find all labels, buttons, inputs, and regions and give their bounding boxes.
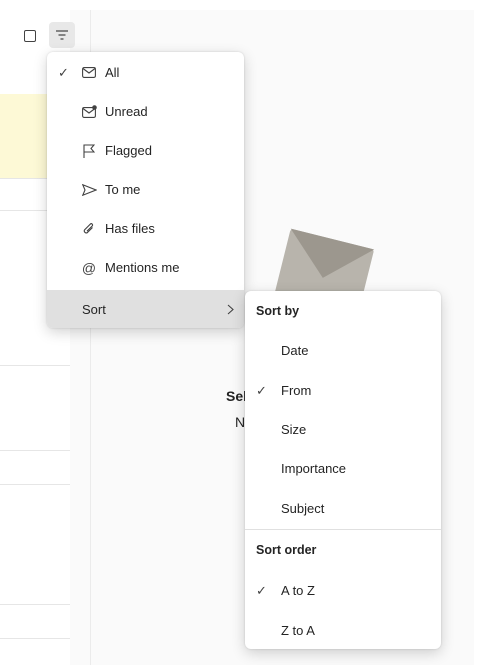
checkmark-icon: ✓ — [256, 582, 267, 598]
app-root: Sel N ✓ All Unread Flagged To me Has fil… — [0, 0, 501, 665]
filter-item-unread[interactable]: Unread — [47, 92, 244, 131]
filter-icon — [56, 30, 68, 40]
sort-by-subject[interactable]: Subject — [245, 489, 441, 528]
list-divider — [0, 450, 70, 451]
sort-option-label: Importance — [281, 461, 347, 476]
unread-envelope-icon — [80, 103, 98, 121]
filter-item-has-files[interactable]: Has files — [47, 209, 244, 248]
chevron-right-icon — [227, 304, 234, 315]
sort-by-from[interactable]: ✓ From — [245, 371, 441, 410]
sort-by-size[interactable]: Size — [245, 410, 441, 449]
sort-order-z-to-a[interactable]: Z to A — [245, 611, 441, 650]
sort-label: Sort — [82, 302, 106, 317]
sort-option-label: Date — [281, 343, 309, 358]
filter-item-label: Has files — [105, 221, 155, 236]
filter-item-label: Unread — [105, 104, 148, 119]
checkbox-square-icon — [24, 30, 36, 42]
sort-by-date[interactable]: Date — [245, 331, 441, 370]
reading-pane-title-partial: Sel — [226, 388, 248, 404]
list-divider — [0, 365, 70, 366]
sort-option-label: Size — [281, 422, 307, 437]
sort-order-header: Sort order — [256, 543, 317, 557]
filter-item-flagged[interactable]: Flagged — [47, 131, 244, 170]
filter-item-to-me[interactable]: To me — [47, 170, 244, 209]
select-mode-button[interactable] — [17, 23, 43, 49]
sort-order-a-to-z[interactable]: ✓ A to Z — [245, 571, 441, 610]
list-divider — [0, 638, 70, 639]
at-sign-icon: @ — [81, 259, 97, 276]
checkmark-icon: ✓ — [256, 382, 267, 398]
sort-by-importance[interactable]: Importance — [245, 449, 441, 488]
filter-item-label: All — [105, 65, 120, 80]
sort-option-label: From — [281, 383, 312, 398]
sort-option-label: Subject — [281, 501, 325, 516]
filter-menu: ✓ All Unread Flagged To me Has files @ M… — [47, 52, 244, 328]
reading-pane-subtitle-partial: N — [235, 414, 246, 430]
filter-item-mentions-me[interactable]: @ Mentions me — [47, 248, 244, 287]
checkmark-icon: ✓ — [58, 64, 69, 80]
envelope-icon — [80, 64, 98, 82]
sort-option-label: Z to A — [281, 623, 315, 638]
filter-item-label: To me — [105, 182, 141, 197]
filter-item-all[interactable]: ✓ All — [47, 53, 244, 92]
sort-submenu-item[interactable]: Sort — [47, 290, 244, 328]
paperclip-icon — [80, 220, 98, 238]
flag-icon — [80, 142, 98, 160]
send-arrow-icon — [80, 181, 98, 199]
list-divider — [0, 484, 70, 485]
filter-item-label: Flagged — [105, 143, 152, 158]
sort-option-label: A to Z — [281, 583, 315, 598]
sort-menu: Sort by Date ✓ From Size Importance Subj… — [245, 291, 441, 649]
filter-item-label: Mentions me — [105, 260, 180, 275]
filter-button[interactable] — [49, 22, 75, 48]
list-divider — [0, 604, 70, 605]
sort-by-header: Sort by — [256, 304, 300, 318]
menu-divider — [245, 529, 441, 530]
